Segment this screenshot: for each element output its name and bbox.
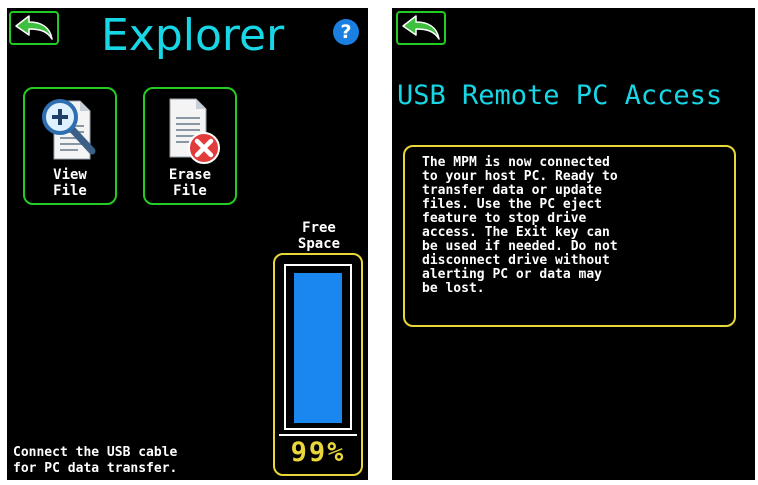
erase-document-icon [169,98,220,164]
back-button[interactable] [9,11,59,45]
view-file-button[interactable]: View File [23,87,117,205]
page-title: USB Remote PC Access [397,80,723,111]
free-space-label: Free Space [297,220,341,252]
magnify-document-icon [42,99,96,160]
back-arrow-icon [402,15,440,40]
view-file-label: View File [53,167,87,199]
message-box: The MPM is now connected to your host PC… [403,145,736,327]
message-text: The MPM is now connected to your host PC… [422,155,618,296]
gauge-fill [294,273,342,423]
usb-access-screen: USB Remote PC Access The MPM is now conn… [392,8,755,480]
explorer-screen: Explorer ? View File Erase File Free Spa… [7,8,368,480]
back-arrow-icon [15,15,53,40]
free-space-value: 99% [290,437,346,468]
free-space-gauge: 99% [273,253,363,476]
help-icon[interactable]: ? [333,19,359,45]
gauge-track [284,264,352,430]
status-message: Connect the USB cable for PC data transf… [13,445,178,476]
back-button[interactable] [396,11,446,45]
erase-file-button[interactable]: Erase File [143,87,237,205]
page-title: Explorer [101,10,285,61]
erase-file-label: Erase File [168,167,212,199]
